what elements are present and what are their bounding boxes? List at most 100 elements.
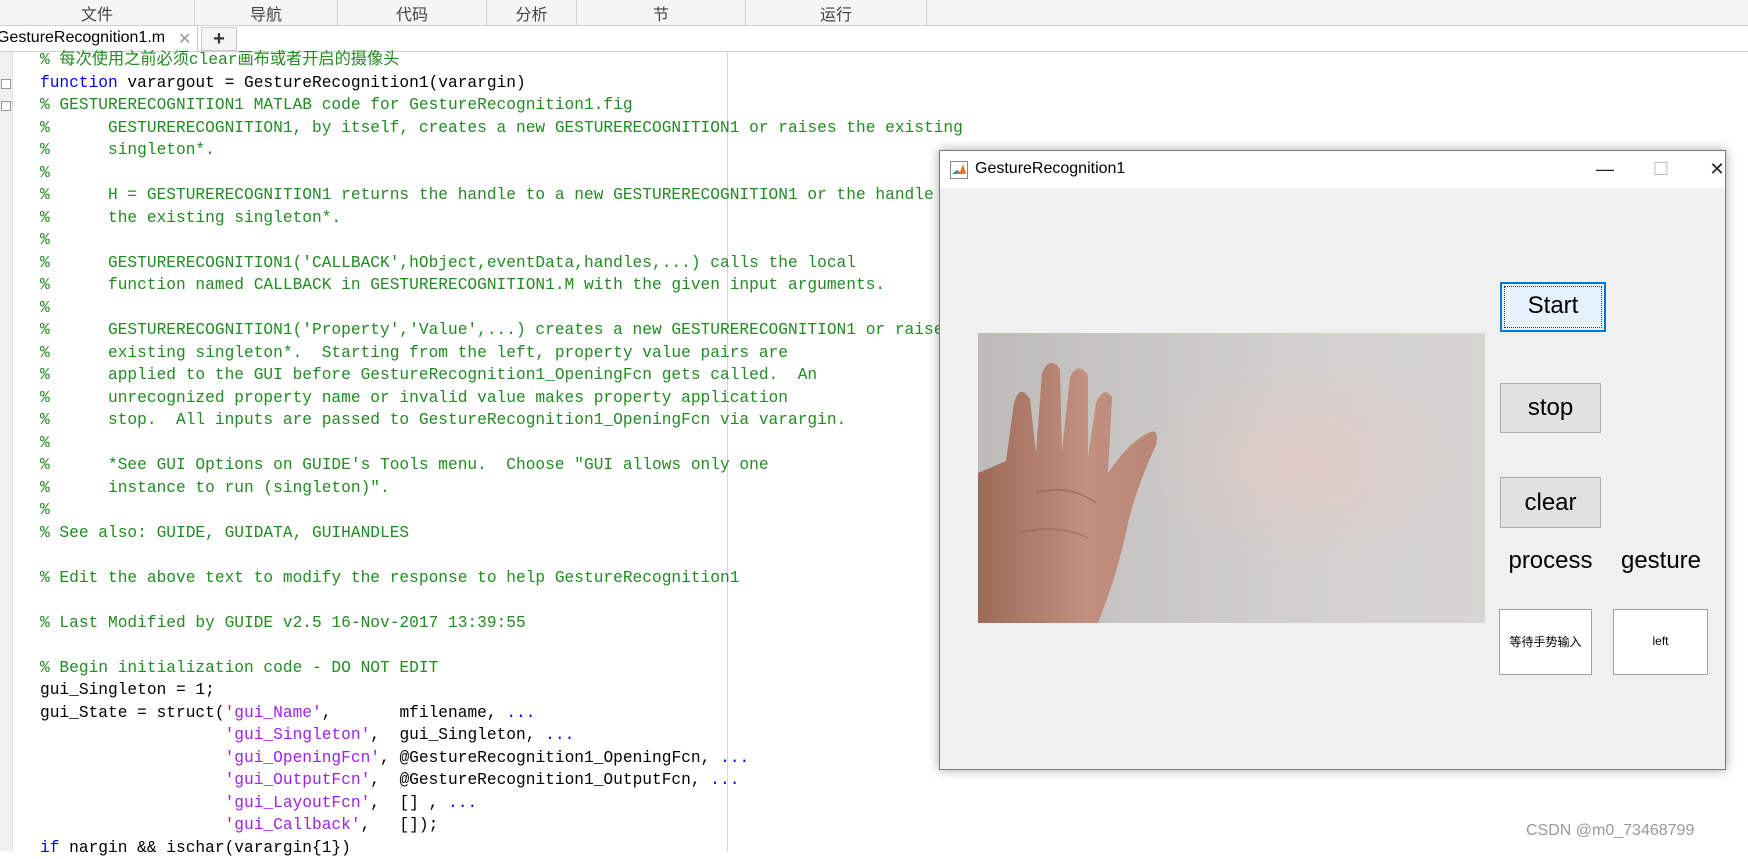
code-token: %	[40, 231, 50, 249]
toolstrip-section-run[interactable]: 运行	[746, 0, 927, 25]
matlab-logo-icon	[950, 161, 968, 179]
code-line[interactable]: % the existing singleton*.	[40, 207, 992, 230]
code-line[interactable]: %	[40, 499, 992, 522]
code-editor[interactable]: % 每次使用之前必须clear画布或者开启的摄像头 function vararg…	[40, 49, 992, 859]
code-line[interactable]: %	[40, 297, 992, 320]
toolstrip-section-navigate[interactable]: 导航	[195, 0, 338, 25]
code-token: , mfilename,	[322, 704, 507, 722]
toolstrip-section-analyze[interactable]: 分析	[487, 0, 577, 25]
code-line[interactable]: % stop. All inputs are passed to Gesture…	[40, 409, 992, 432]
code-token: % See also: GUIDE, GUIDATA, GUIHANDLES	[40, 524, 409, 542]
code-line[interactable]: % Begin initialization code - DO NOT EDI…	[40, 657, 992, 680]
hand-image	[978, 333, 1485, 623]
code-line[interactable]: gui_State = struct('gui_Name', mfilename…	[40, 702, 992, 725]
start-button[interactable]: Start	[1500, 282, 1606, 332]
figure-title-bar[interactable]: GestureRecognition1 — ☐ ✕	[940, 151, 1725, 188]
code-line[interactable]: function varargout = GestureRecognition1…	[40, 72, 992, 95]
code-token: % Edit the above text to modify the resp…	[40, 569, 739, 587]
tab-label: GestureRecognition1.m	[0, 29, 165, 47]
code-token: , @GestureRecognition1_OpeningFcn,	[380, 749, 720, 767]
code-line[interactable]: % GESTURERECOGNITION1('Property','Value'…	[40, 319, 992, 342]
code-line[interactable]: %	[40, 162, 992, 185]
code-token: gui_Singleton = 1;	[40, 681, 215, 699]
editor-gutter	[0, 52, 13, 851]
code-line[interactable]: %	[40, 229, 992, 252]
code-line[interactable]: % unrecognized property name or invalid …	[40, 387, 992, 410]
code-line[interactable]: % Last Modified by GUIDE v2.5 16-Nov-201…	[40, 612, 992, 635]
code-token: %	[40, 164, 50, 182]
toolstrip: 文件 导航 代码 分析 节 运行	[0, 0, 1748, 26]
code-token: % H = GESTURERECOGNITION1 returns the ha…	[40, 186, 963, 204]
code-line[interactable]: 'gui_OpeningFcn', @GestureRecognition1_O…	[40, 747, 992, 770]
toolstrip-section-code[interactable]: 代码	[338, 0, 487, 25]
code-line[interactable]: 'gui_Callback', []);	[40, 814, 992, 837]
add-tab-button[interactable]: +	[201, 27, 237, 51]
code-token: 'gui_Callback'	[225, 816, 361, 834]
code-token: 'gui_OpeningFcn'	[225, 749, 380, 767]
code-line[interactable]: %	[40, 432, 992, 455]
code-line[interactable]	[40, 544, 992, 567]
code-token: % singleton*.	[40, 141, 215, 159]
code-token: 'gui_LayoutFcn'	[225, 794, 371, 812]
code-line[interactable]: % 每次使用之前必须clear画布或者开启的摄像头	[40, 49, 992, 72]
code-token: , []);	[361, 816, 439, 834]
code-line[interactable]: % See also: GUIDE, GUIDATA, GUIHANDLES	[40, 522, 992, 545]
code-line[interactable]: % function named CALLBACK in GESTURERECO…	[40, 274, 992, 297]
code-token: % 每次使用之前必须clear画布或者开启的摄像头	[40, 51, 399, 69]
code-token: function	[40, 74, 118, 92]
gesture-label: gesture	[1610, 547, 1712, 575]
code-token: % existing singleton*. Starting from the…	[40, 344, 788, 362]
code-line[interactable]: % singleton*.	[40, 139, 992, 162]
code-line[interactable]: % H = GESTURERECOGNITION1 returns the ha…	[40, 184, 992, 207]
figure-title: GestureRecognition1	[975, 160, 1125, 178]
code-line[interactable]	[40, 589, 992, 612]
code-line[interactable]: % GESTURERECOGNITION1, by itself, create…	[40, 117, 992, 140]
code-token	[40, 726, 225, 744]
csdn-watermark: CSDN @m0_73468799	[1526, 822, 1694, 840]
code-token: nargin && ischar(varargin{1})	[59, 839, 350, 857]
code-token: %	[40, 299, 50, 317]
code-line[interactable]: 'gui_OutputFcn', @GestureRecognition1_Ou…	[40, 769, 992, 792]
editor-tab-gesturerecognition1[interactable]: GestureRecognition1.m ✕	[0, 26, 198, 51]
code-token	[40, 771, 225, 789]
clear-button[interactable]: clear	[1500, 477, 1601, 528]
fold-toggle-icon[interactable]	[1, 79, 11, 89]
stop-button[interactable]: stop	[1500, 383, 1601, 433]
code-line[interactable]	[40, 634, 992, 657]
code-token	[40, 749, 225, 767]
code-line[interactable]: % GESTURERECOGNITION1 MATLAB code for Ge…	[40, 94, 992, 117]
code-token: % Last Modified by GUIDE v2.5 16-Nov-201…	[40, 614, 526, 632]
code-line[interactable]: % Edit the above text to modify the resp…	[40, 567, 992, 590]
code-token	[40, 816, 225, 834]
code-token: % Begin initialization code - DO NOT EDI…	[40, 659, 438, 677]
code-token	[40, 794, 225, 812]
code-token: ...	[710, 771, 739, 789]
code-line[interactable]: % applied to the GUI before GestureRecog…	[40, 364, 992, 387]
code-line[interactable]: % *See GUI Options on GUIDE's Tools menu…	[40, 454, 992, 477]
maximize-button[interactable]: ☐	[1633, 151, 1689, 188]
code-line[interactable]: % GESTURERECOGNITION1('CALLBACK',hObject…	[40, 252, 992, 275]
code-line[interactable]: if nargin && ischar(varargin{1})	[40, 837, 992, 859]
code-line[interactable]: % existing singleton*. Starting from the…	[40, 342, 992, 365]
code-token: varargout = GestureRecognition1(varargin…	[118, 74, 526, 92]
process-label: process	[1498, 547, 1603, 575]
code-line[interactable]: % instance to run (singleton)".	[40, 477, 992, 500]
code-line[interactable]: gui_Singleton = 1;	[40, 679, 992, 702]
fold-toggle-icon[interactable]	[1, 101, 11, 111]
minimize-button[interactable]: —	[1577, 151, 1633, 188]
figure-window[interactable]: GestureRecognition1 — ☐ ✕ Sta	[939, 150, 1726, 770]
code-token: % instance to run (singleton)".	[40, 479, 390, 497]
code-token: % GESTURERECOGNITION1('Property','Value'…	[40, 321, 992, 339]
toolstrip-section-section[interactable]: 节	[577, 0, 746, 25]
code-line[interactable]: 'gui_Singleton', gui_Singleton, ...	[40, 724, 992, 747]
toolstrip-section-file[interactable]: 文件	[0, 0, 195, 25]
process-status-field: 等待手势输入	[1499, 609, 1592, 675]
code-line[interactable]: 'gui_LayoutFcn', [] , ...	[40, 792, 992, 815]
code-token: %	[40, 501, 50, 519]
code-token: % *See GUI Options on GUIDE's Tools menu…	[40, 456, 769, 474]
close-button[interactable]: ✕	[1689, 151, 1745, 188]
close-tab-icon[interactable]: ✕	[178, 29, 191, 49]
code-token: , gui_Singleton,	[370, 726, 545, 744]
code-token: ...	[448, 794, 477, 812]
code-token: % GESTURERECOGNITION1 MATLAB code for Ge…	[40, 96, 633, 114]
